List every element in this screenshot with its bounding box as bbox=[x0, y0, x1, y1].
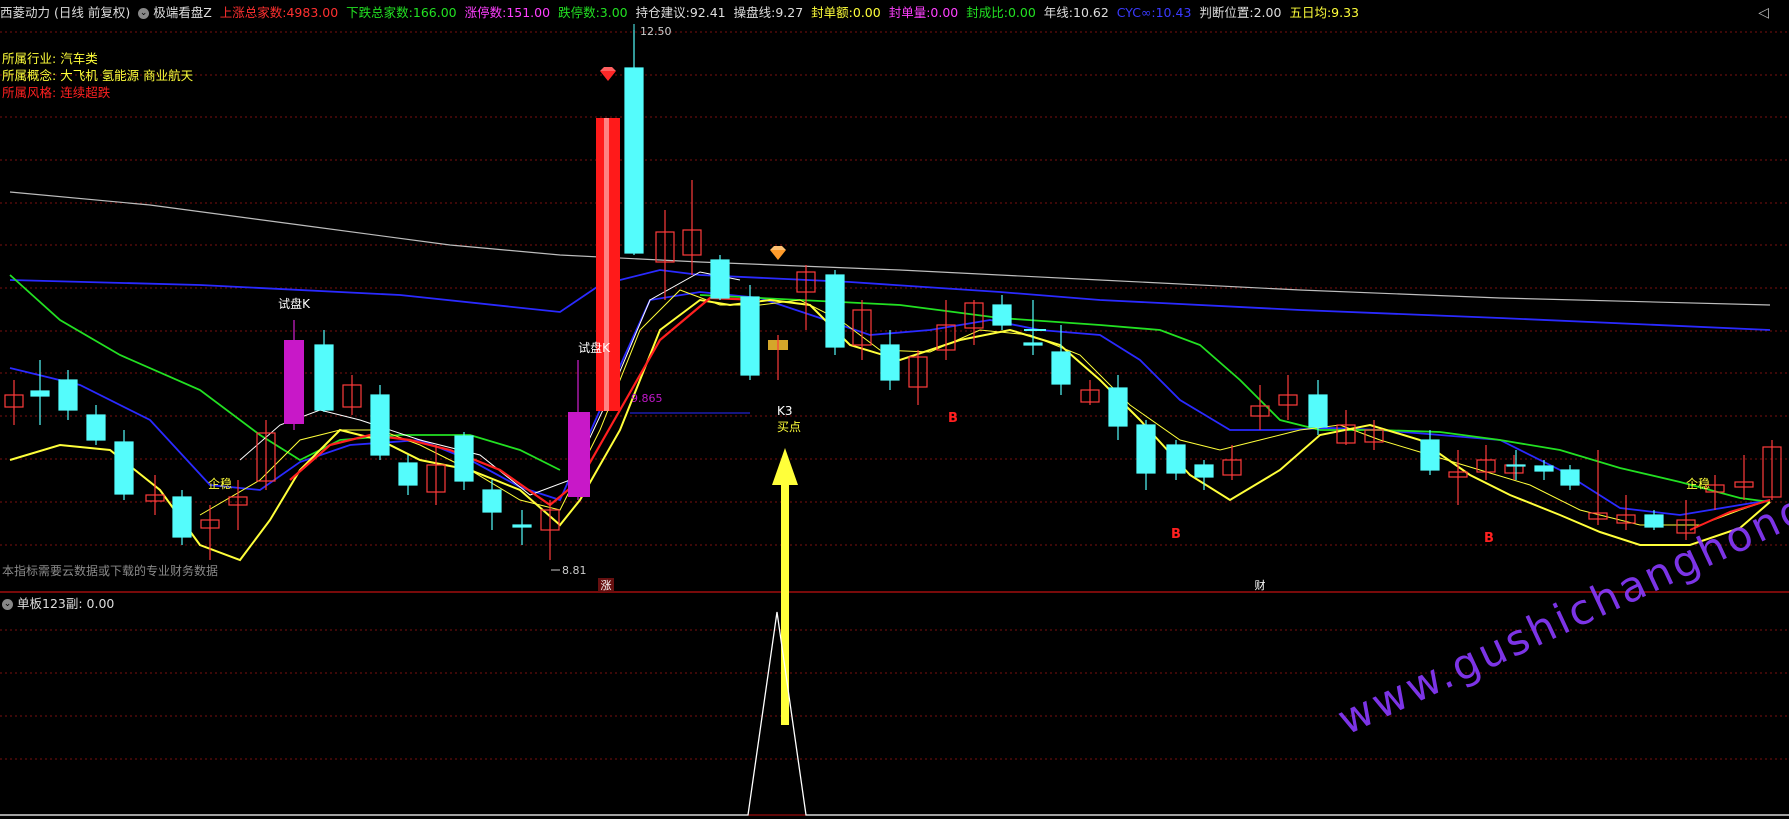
candle bbox=[1420, 439, 1440, 471]
level-price-label: 9.865 bbox=[631, 392, 663, 405]
candle bbox=[740, 296, 760, 376]
industry-label: 所属行业: bbox=[2, 51, 57, 66]
candle bbox=[482, 489, 502, 513]
candle bbox=[1560, 469, 1580, 486]
candle bbox=[512, 524, 532, 528]
candle bbox=[1644, 514, 1664, 528]
concept-value: 大飞机 氢能源 商业航天 bbox=[60, 68, 194, 83]
candle bbox=[314, 344, 334, 411]
candle bbox=[710, 259, 730, 299]
trial-k-label-1: 试盘K bbox=[278, 296, 311, 311]
gem-icon bbox=[600, 67, 616, 81]
candle bbox=[825, 274, 845, 348]
candle bbox=[1194, 464, 1214, 478]
buy-arrow-icon bbox=[772, 448, 798, 725]
trial-k-label-2: 试盘K bbox=[578, 340, 611, 355]
data-note: 本指标需要云数据或下载的专业财务数据 bbox=[2, 564, 219, 578]
candle bbox=[880, 344, 900, 381]
candle bbox=[624, 67, 644, 254]
chart-window: 西菱动力 (日线 前复权) ⌄ 极端看盘Z 上涨总家数:4983.00 下跌总家数… bbox=[0, 0, 1789, 819]
candle bbox=[1136, 424, 1156, 474]
sub-panel-header[interactable]: ⌄ 单板123副: 0.00 bbox=[2, 593, 114, 612]
stock-info: 所属行业: 汽车类 所属概念: 大飞机 氢能源 商业航天 所属风格: 连续超跌 bbox=[2, 50, 193, 101]
candle bbox=[1023, 342, 1043, 346]
stabilize-label-1: 企稳 bbox=[208, 476, 232, 491]
limit-up-candle-highlight bbox=[604, 118, 609, 411]
trial-candle bbox=[284, 340, 304, 424]
candle bbox=[86, 414, 106, 441]
buy-point-label: 买点 bbox=[777, 420, 801, 434]
sub-panel-title[interactable]: 单板123副 bbox=[17, 596, 78, 611]
collapse-icon[interactable]: ⌄ bbox=[2, 599, 13, 610]
candle bbox=[454, 435, 474, 482]
sub-panel-value: : 0.00 bbox=[78, 596, 115, 611]
k3-label: K3 bbox=[777, 404, 793, 418]
candle bbox=[370, 394, 390, 456]
candle bbox=[1534, 465, 1554, 472]
concept-label: 所属概念: bbox=[2, 68, 57, 83]
style-label: 所属风格: bbox=[2, 85, 57, 100]
industry-value: 汽车类 bbox=[60, 51, 98, 66]
b-marker: B bbox=[948, 411, 958, 426]
candle bbox=[30, 390, 50, 397]
candle bbox=[1108, 387, 1128, 427]
gem-icon bbox=[770, 246, 786, 260]
candle bbox=[398, 462, 418, 486]
trial-candle bbox=[568, 412, 590, 497]
candle bbox=[172, 496, 192, 538]
zhang-marker: 涨 bbox=[601, 579, 612, 592]
candle bbox=[58, 379, 78, 411]
kline-chart[interactable]: 12.50 8.81 9.865 试盘K 试盘K 企稳 企稳 K3 买点 B B… bbox=[0, 0, 1789, 819]
cai-marker: 财 bbox=[1255, 578, 1266, 592]
b-marker: B bbox=[1171, 527, 1181, 542]
b-marker: B bbox=[1484, 531, 1494, 546]
candle bbox=[1051, 351, 1071, 385]
stabilize-label-2: 企稳 bbox=[1686, 476, 1710, 491]
ma-green-right-line bbox=[699, 294, 1771, 503]
candle bbox=[1308, 394, 1328, 428]
candle bbox=[992, 304, 1012, 326]
candle bbox=[1166, 444, 1186, 474]
low-price-label: 8.81 bbox=[562, 564, 587, 577]
candle bbox=[114, 441, 134, 495]
style-value: 连续超跌 bbox=[60, 85, 111, 100]
ma-blue-line bbox=[9, 269, 1771, 331]
candle bbox=[1506, 464, 1526, 467]
high-price-label: 12.50 bbox=[640, 25, 672, 38]
